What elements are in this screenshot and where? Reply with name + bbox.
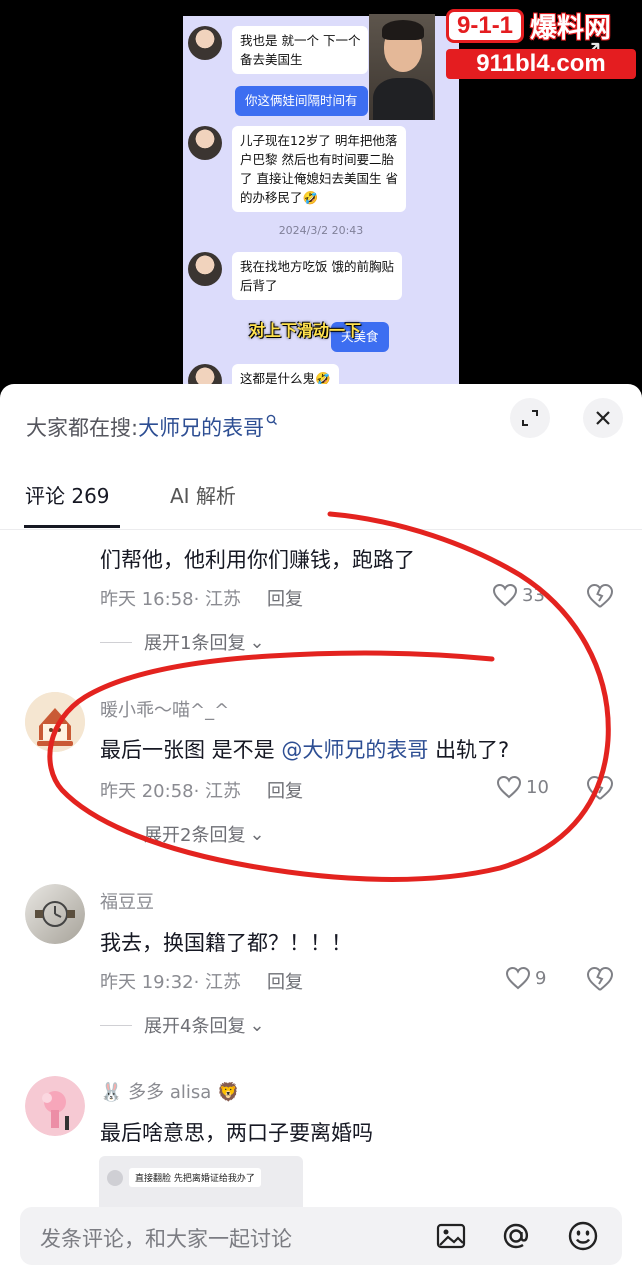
tab-ai-analysis[interactable]: AI 解析 [170, 480, 236, 509]
avatar[interactable] [25, 1076, 85, 1136]
heart-icon [505, 966, 531, 990]
chevron-down-icon: ⌄ [249, 631, 265, 653]
chevron-down-icon: ⌄ [249, 1014, 265, 1036]
expand-replies[interactable]: 展开2条回复 ⌄ [100, 821, 265, 847]
like-count: 9 [535, 967, 547, 989]
search-term[interactable]: 大师兄的表哥 [138, 412, 264, 442]
video-player[interactable]: 我也是 就一个 下一个 备去美国生 你这俩娃间隔时间有 儿子现在12岁了 明年把… [0, 0, 642, 392]
chat-line: 我也是 就一个 下一个 [240, 33, 361, 48]
dislike-icon[interactable] [586, 775, 614, 805]
username-emoji: 🦁 [217, 1082, 240, 1103]
like-count: 10 [526, 776, 549, 798]
search-prefix: 大家都在搜: [26, 416, 139, 440]
watermark-name: 爆料网 [530, 13, 612, 44]
chat-timestamp: 2024/3/2 20:43 [278, 224, 364, 237]
comment-time-location: 昨天 19:32· 江苏 [100, 972, 242, 993]
chat-line: 儿子现在12岁了 明年把他落 [240, 133, 398, 148]
watermark-logo: 9-1-1 爆料网 911bl4.com [446, 6, 636, 79]
image-icon[interactable] [435, 1220, 467, 1252]
comment-text-part: 出轨了? [435, 738, 510, 762]
username-emoji: 🐰 [100, 1082, 123, 1103]
chat-message: 儿子现在12岁了 明年把他落 户巴黎 然后也有时间要二胎 了 直接让俺媳妇去美国… [188, 126, 406, 212]
mention-icon[interactable] [500, 1220, 532, 1252]
chat-message: 我在找地方吃饭 饿的前胸贴 后背了 [188, 252, 402, 300]
chat-line: 我在找地方吃饭 饿的前胸贴 [240, 259, 394, 274]
chat-message: 我也是 就一个 下一个 备去美国生 [188, 26, 369, 74]
close-icon[interactable] [583, 398, 623, 438]
chat-avatar [188, 252, 222, 286]
expand-replies-label: 展开1条回复 [144, 633, 246, 654]
dislike-icon[interactable] [586, 966, 614, 996]
avatar[interactable] [25, 692, 85, 752]
chat-bubble: 儿子现在12岁了 明年把他落 户巴黎 然后也有时间要二胎 了 直接让俺媳妇去美国… [232, 126, 406, 212]
expand-replies-label: 展开4条回复 [144, 1016, 246, 1037]
comment-username[interactable]: 暖小乖～喵^_^ [100, 696, 229, 722]
chat-line: 备去美国生 [240, 52, 303, 67]
chat-line: 后背了 [240, 278, 278, 293]
comment-input-bar[interactable]: 发条评论，和大家一起讨论 [20, 1207, 622, 1265]
comment-text: 最后啥意思，两口子要离婚吗 [100, 1121, 373, 1145]
chat-bubble: 我也是 就一个 下一个 备去美国生 [232, 26, 369, 74]
username-text: 多多 alisa [128, 1082, 212, 1103]
comment-meta: 昨天 16:58· 江苏 回复 [100, 585, 303, 611]
comments-sheet: 大家都在搜: 大师兄的表哥 评论 269 AI 解析 们帮他，他利用你们赚钱，跑… [0, 384, 642, 1280]
dislike-icon[interactable] [586, 583, 614, 613]
chat-bubble-self: 你这俩娃间隔时间有 [235, 86, 368, 116]
comment-tabs: 评论 269 AI 解析 [0, 480, 642, 530]
heart-icon [496, 775, 522, 799]
comment-time-location: 昨天 20:58· 江苏 [100, 781, 242, 802]
expand-replies[interactable]: 展开1条回复 ⌄ [100, 629, 265, 655]
like-count: 33 [522, 584, 545, 606]
active-tab-indicator [24, 525, 120, 528]
comment-text: 我去，换国籍了都？！！！ [100, 931, 352, 955]
expand-icon[interactable] [510, 398, 550, 438]
expand-replies-label: 展开2条回复 [144, 825, 246, 846]
reply-button[interactable]: 回复 [267, 968, 303, 994]
webcam-overlay [369, 14, 435, 120]
comment-username[interactable]: 福豆豆 [100, 888, 154, 914]
comment-meta: 昨天 20:58· 江苏 回复 [100, 777, 303, 803]
watermark-code: 9-1-1 [446, 8, 525, 43]
chat-avatar [188, 26, 222, 60]
chat-line: 了 直接让俺媳妇去美国生 省 [240, 171, 398, 186]
chat-line: 的办移民了🤣 [240, 190, 319, 205]
chat-line: 户巴黎 然后也有时间要二胎 [240, 152, 394, 167]
avatar[interactable] [25, 884, 85, 944]
chat-bubble: 我在找地方吃饭 饿的前胸贴 后背了 [232, 252, 402, 300]
like-button[interactable]: 9 [505, 966, 546, 990]
like-button[interactable]: 10 [496, 775, 549, 799]
emoji-icon[interactable] [567, 1220, 599, 1252]
tab-comments[interactable]: 评论 269 [25, 480, 110, 509]
comment-time-location: 昨天 16:58· 江苏 [100, 589, 242, 610]
comment-text-part: 最后一张图 是不是 [100, 738, 275, 762]
reply-button[interactable]: 回复 [267, 777, 303, 803]
video-subtitle: 对上下滑动一下 [249, 321, 362, 340]
like-button[interactable]: 33 [492, 583, 545, 607]
reply-button[interactable]: 回复 [267, 585, 303, 611]
chevron-down-icon: ⌄ [249, 823, 265, 845]
search-icon [266, 414, 278, 430]
comment-text: 最后一张图 是不是 @大师兄的表哥 出轨了? [100, 734, 509, 764]
comment-username[interactable]: 🐰 多多 alisa 🦁 [100, 1078, 239, 1104]
watermark-domain: 911bl4.com [446, 49, 636, 79]
search-suggestion[interactable]: 大家都在搜: 大师兄的表哥 [26, 412, 278, 442]
comment-input-placeholder[interactable]: 发条评论，和大家一起讨论 [40, 1223, 292, 1253]
heart-icon [492, 583, 518, 607]
mini-avatar [107, 1169, 123, 1186]
expand-replies[interactable]: 展开4条回复 ⌄ [100, 1012, 265, 1038]
chat-avatar [188, 126, 222, 160]
mention-link[interactable]: @大师兄的表哥 [281, 738, 428, 762]
comment-text: 们帮他，他利用你们赚钱，跑路了 [100, 548, 415, 572]
comment-meta: 昨天 19:32· 江苏 回复 [100, 968, 303, 994]
image-chat-text: 直接翻脸 先把离婚证给我办了 [129, 1168, 261, 1187]
